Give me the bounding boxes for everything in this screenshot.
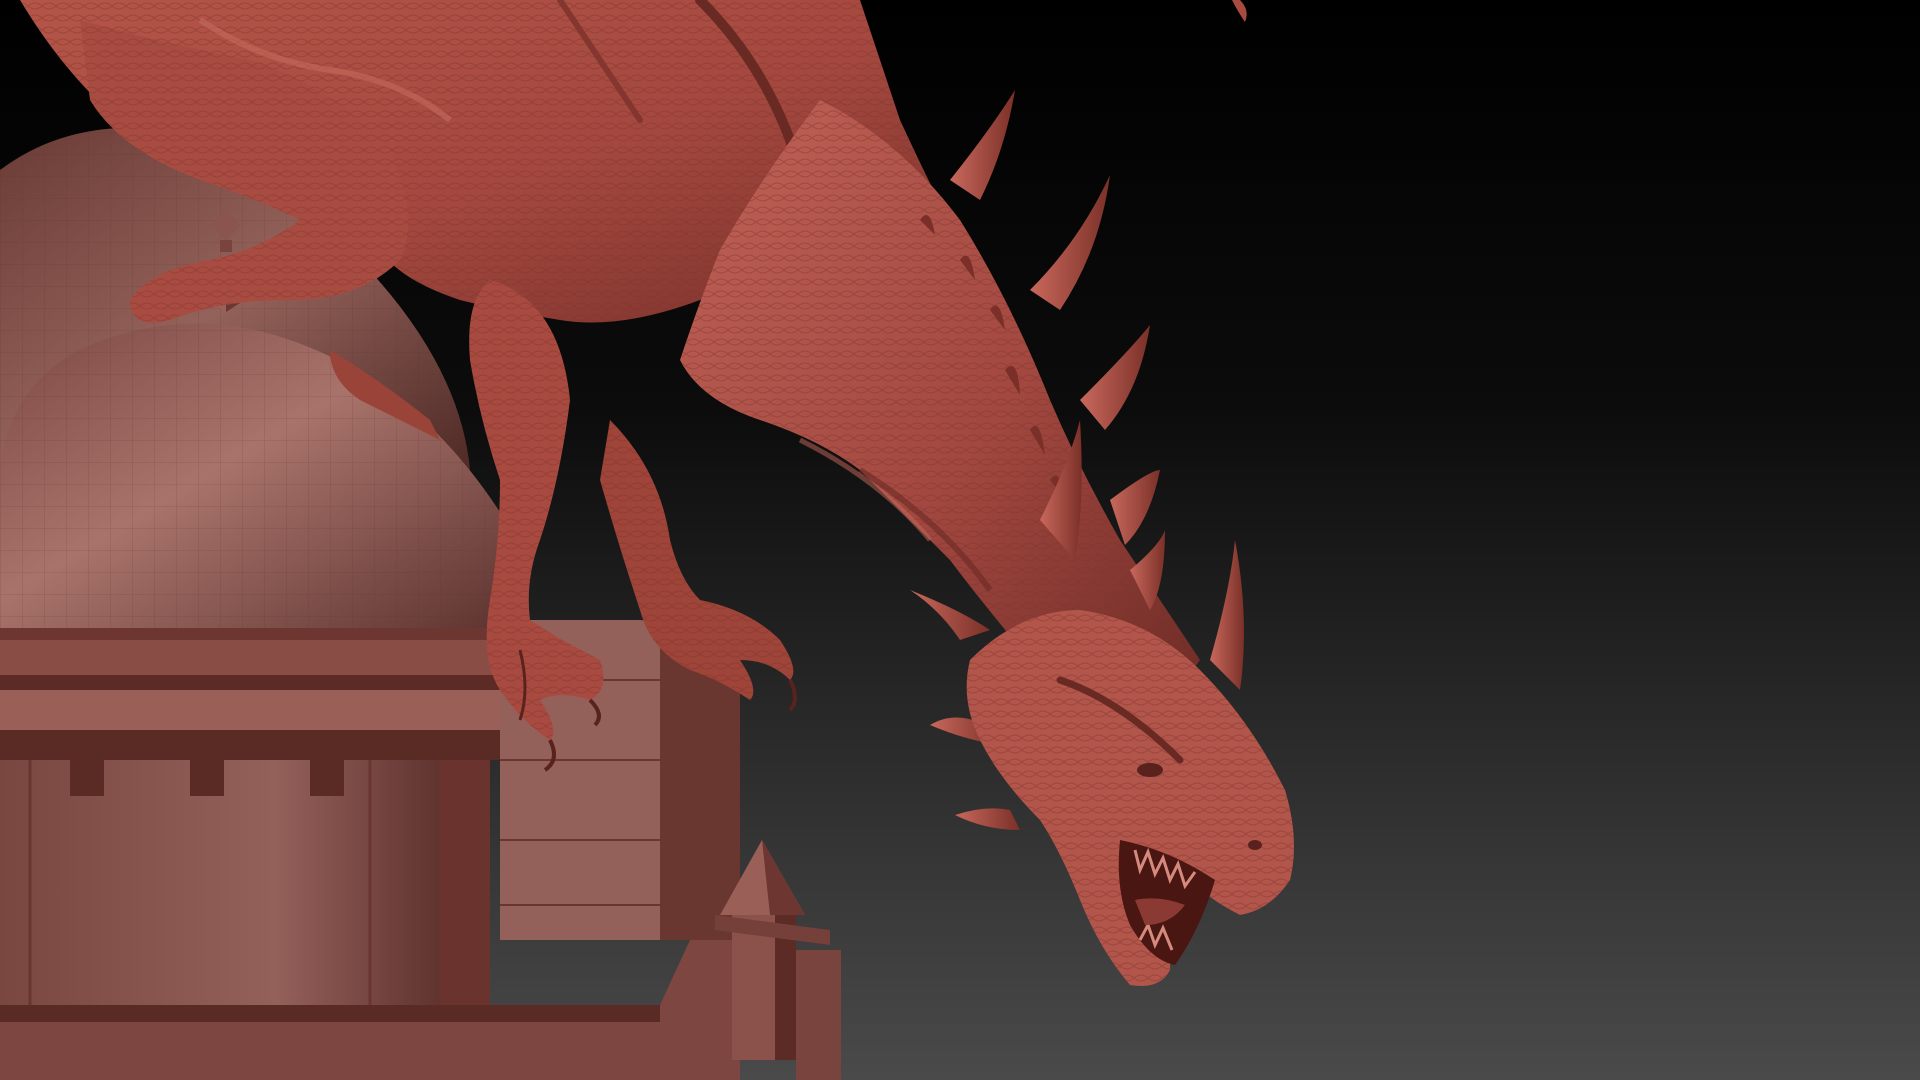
tower-body xyxy=(0,640,545,1010)
dragon-eye xyxy=(1137,763,1163,777)
sculpt-viewport[interactable] xyxy=(0,0,1920,1080)
scene-render xyxy=(0,0,1920,1080)
